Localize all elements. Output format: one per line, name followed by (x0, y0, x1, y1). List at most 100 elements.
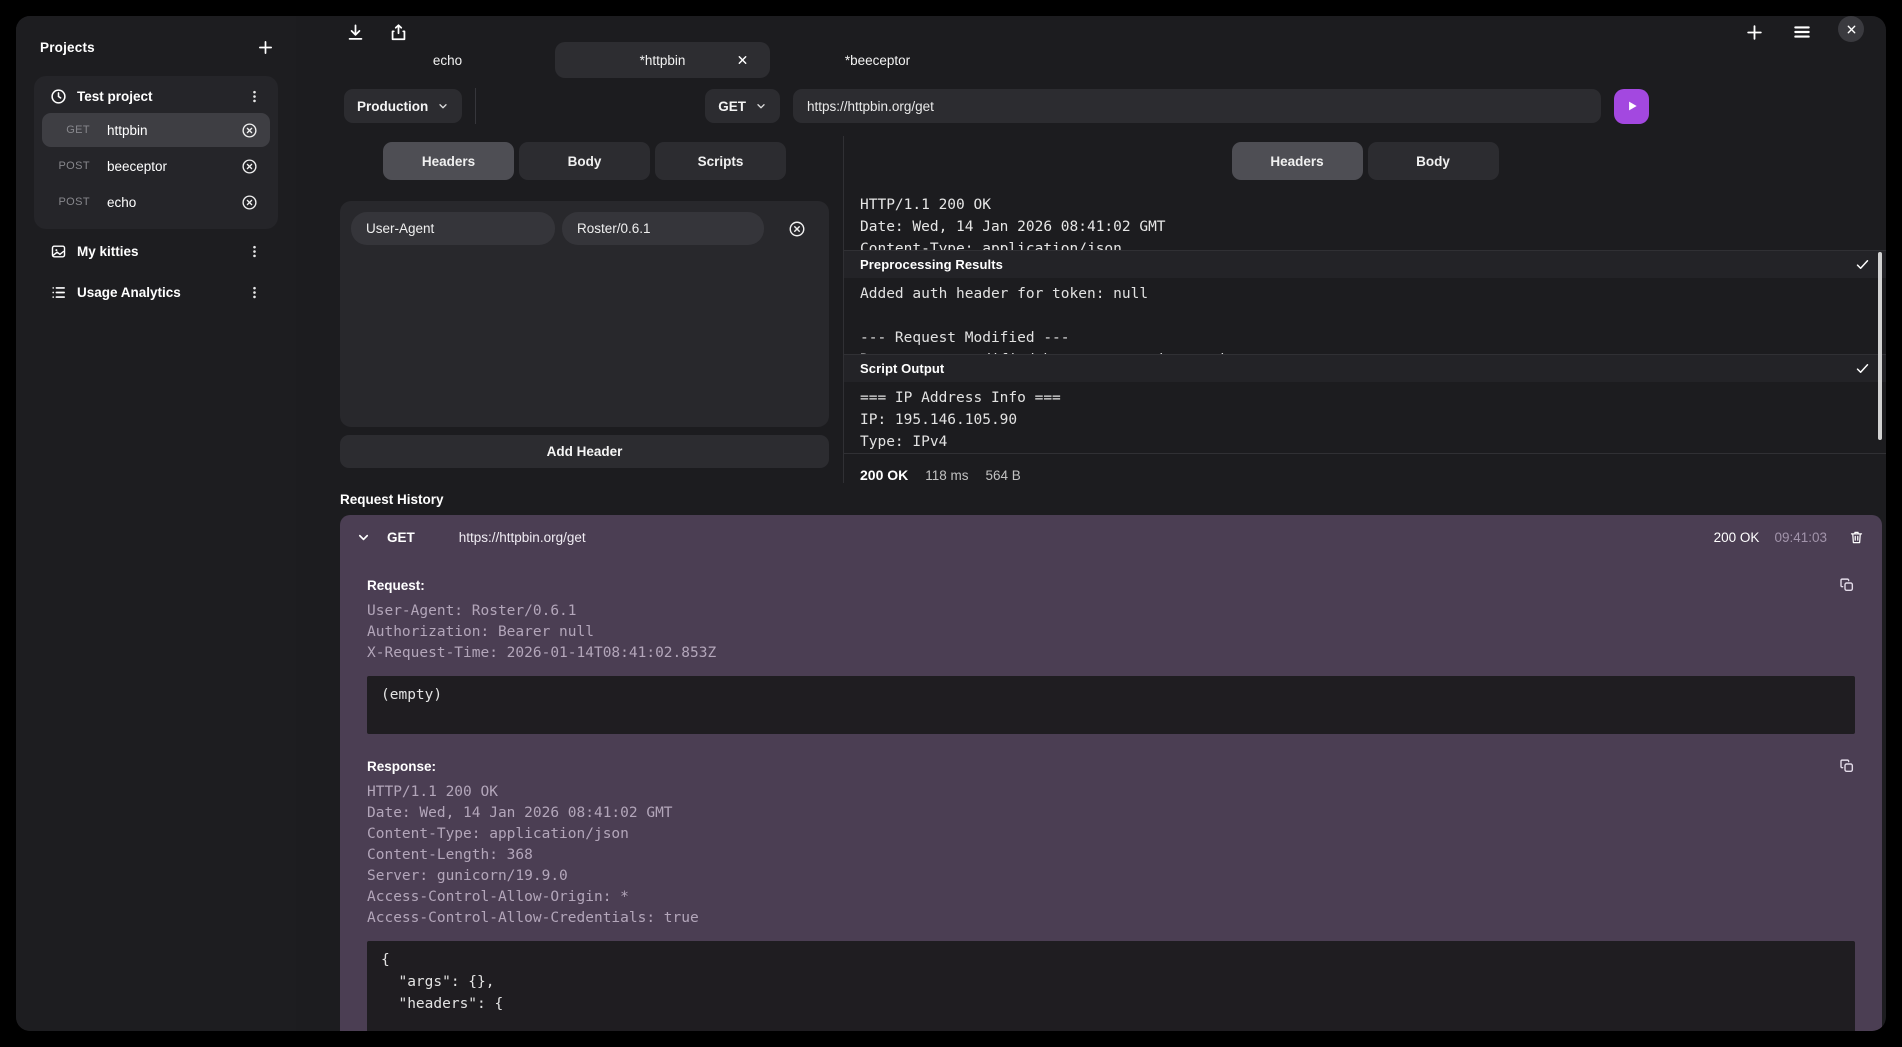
add-header-button[interactable]: Add Header (340, 435, 829, 468)
remove-header-icon[interactable] (788, 220, 806, 238)
clock-icon (50, 88, 67, 105)
method-label: GET (718, 99, 746, 114)
remove-request-icon[interactable] (241, 158, 258, 175)
sidebar-item-httpbin[interactable]: GET httpbin (42, 113, 270, 147)
response-raw-headers: HTTP/1.1 200 OK Date: Wed, 14 Jan 2026 0… (844, 188, 1886, 250)
environment-dropdown[interactable]: Production (344, 89, 462, 123)
chevron-down-icon[interactable] (356, 530, 371, 545)
divider (475, 88, 476, 124)
url-input[interactable] (793, 89, 1601, 123)
sidebar-item-my-kitties[interactable]: My kitties (34, 233, 278, 270)
request-method-label: GET (54, 124, 90, 136)
tab-label: echo (433, 53, 462, 68)
group-name-label: My kitties (77, 244, 139, 259)
history-status: 200 OK (1714, 530, 1760, 545)
history-entry-body: Request: User-Agent: Roster/0.6.1 Author… (340, 559, 1882, 1031)
header-key-input[interactable] (351, 212, 555, 245)
history-entry-card: GET https://httpbin.org/get 200 OK 09:41… (340, 515, 1882, 1031)
image-icon (50, 243, 67, 260)
response-tabs: Headers Body (844, 142, 1886, 180)
check-icon (1855, 257, 1870, 272)
environment-label: Production (357, 99, 428, 114)
tab-echo[interactable]: echo (340, 42, 555, 78)
status-time: 118 ms (925, 468, 968, 483)
request-tabs: Headers Body Scripts (340, 142, 829, 180)
remove-request-icon[interactable] (241, 122, 258, 139)
project-group-name[interactable]: Test project (77, 89, 153, 104)
close-tab-icon[interactable] (737, 55, 748, 66)
history-url: https://httpbin.org/get (459, 530, 586, 545)
history-time: 09:41:03 (1774, 530, 1827, 545)
request-bar: Production GET (296, 78, 1886, 124)
sidebar-item-echo[interactable]: POST echo (42, 185, 270, 219)
history-title: Request History (340, 487, 1882, 511)
script-output-text: === IP Address Info === IP: 195.146.105.… (844, 382, 1886, 454)
history-response-headers: HTTP/1.1 200 OK Date: Wed, 14 Jan 2026 0… (367, 782, 1855, 929)
preprocessing-title: Preprocessing Results (860, 257, 1003, 272)
history-section: Request History GET https://httpbin.org/… (296, 487, 1886, 1031)
sidebar-item-beeceptor[interactable]: POST beeceptor (42, 149, 270, 183)
header-value-input[interactable] (562, 212, 764, 245)
toolbar (296, 16, 1886, 42)
check-icon (1855, 361, 1870, 376)
method-dropdown[interactable]: GET (705, 89, 780, 123)
send-request-button[interactable] (1614, 89, 1649, 124)
main-area: echo *httpbin *beeceptor Production (296, 16, 1886, 1031)
tab-response-body[interactable]: Body (1368, 142, 1499, 180)
remove-request-icon[interactable] (241, 194, 258, 211)
import-download-icon[interactable] (346, 23, 365, 42)
tab-request-body[interactable]: Body (519, 142, 650, 180)
tab-request-headers[interactable]: Headers (383, 142, 514, 180)
tab-label: *beeceptor (845, 53, 910, 68)
group-name-label: Usage Analytics (77, 285, 181, 300)
play-icon (1625, 99, 1639, 113)
chevron-down-icon (755, 100, 767, 112)
response-section-label: Response: (367, 759, 436, 774)
request-name-label: httpbin (107, 123, 148, 138)
request-method-label: POST (54, 160, 90, 172)
request-editor-pane: Headers Body Scripts Add Header (296, 136, 844, 483)
status-size: 564 B (986, 468, 1021, 483)
history-response-body: { "args": {}, "headers": { (367, 941, 1855, 1031)
close-window-button[interactable] (1838, 16, 1864, 42)
tab-request-scripts[interactable]: Scripts (655, 142, 786, 180)
preprocessing-output: Added auth header for token: null --- Re… (844, 278, 1886, 354)
project-group: Test project GET httpbin POST beeceptor (34, 76, 278, 229)
copy-request-icon[interactable] (1839, 577, 1855, 593)
request-method-label: POST (54, 196, 90, 208)
preprocessing-panel: Preprocessing Results Added auth header … (844, 250, 1886, 354)
sidebar-item-usage-analytics[interactable]: Usage Analytics (34, 274, 278, 311)
history-entry-header[interactable]: GET https://httpbin.org/get 200 OK 09:41… (340, 515, 1882, 559)
kitties-menu-icon[interactable] (247, 244, 262, 259)
request-name-label: echo (107, 195, 136, 210)
sidebar: Projects Test project GET httpbin (16, 16, 296, 1031)
response-pane: Headers Body HTTP/1.1 200 OK Date: Wed, … (844, 136, 1886, 483)
response-scrollbar[interactable] (1878, 252, 1882, 440)
tab-response-headers[interactable]: Headers (1232, 142, 1363, 180)
header-row (351, 212, 818, 245)
tab-beeceptor[interactable]: *beeceptor (770, 42, 985, 78)
add-project-icon[interactable] (257, 39, 274, 56)
status-code: 200 OK (860, 467, 908, 483)
tab-httpbin[interactable]: *httpbin (555, 42, 770, 78)
project-menu-icon[interactable] (247, 89, 262, 104)
sidebar-title: Projects (40, 40, 95, 55)
new-tab-icon[interactable] (1745, 23, 1764, 42)
document-tabstrip: echo *httpbin *beeceptor (296, 42, 1886, 78)
export-share-icon[interactable] (389, 23, 408, 42)
copy-response-icon[interactable] (1839, 758, 1855, 774)
history-method: GET (387, 530, 415, 545)
chevron-down-icon (437, 100, 449, 112)
request-name-label: beeceptor (107, 159, 167, 174)
headers-editor-panel (340, 201, 829, 427)
script-output-panel: Script Output === IP Address Info === IP… (844, 354, 1886, 454)
tab-label: *httpbin (640, 53, 686, 68)
list-icon (50, 284, 67, 301)
editor-response-split: Headers Body Scripts Add Header (296, 136, 1886, 483)
history-request-headers: User-Agent: Roster/0.6.1 Authorization: … (367, 601, 1855, 664)
menu-icon[interactable] (1792, 22, 1812, 42)
app-window: Projects Test project GET httpbin (16, 16, 1886, 1031)
delete-entry-icon[interactable] (1849, 529, 1864, 545)
analytics-menu-icon[interactable] (247, 285, 262, 300)
script-output-title: Script Output (860, 361, 944, 376)
